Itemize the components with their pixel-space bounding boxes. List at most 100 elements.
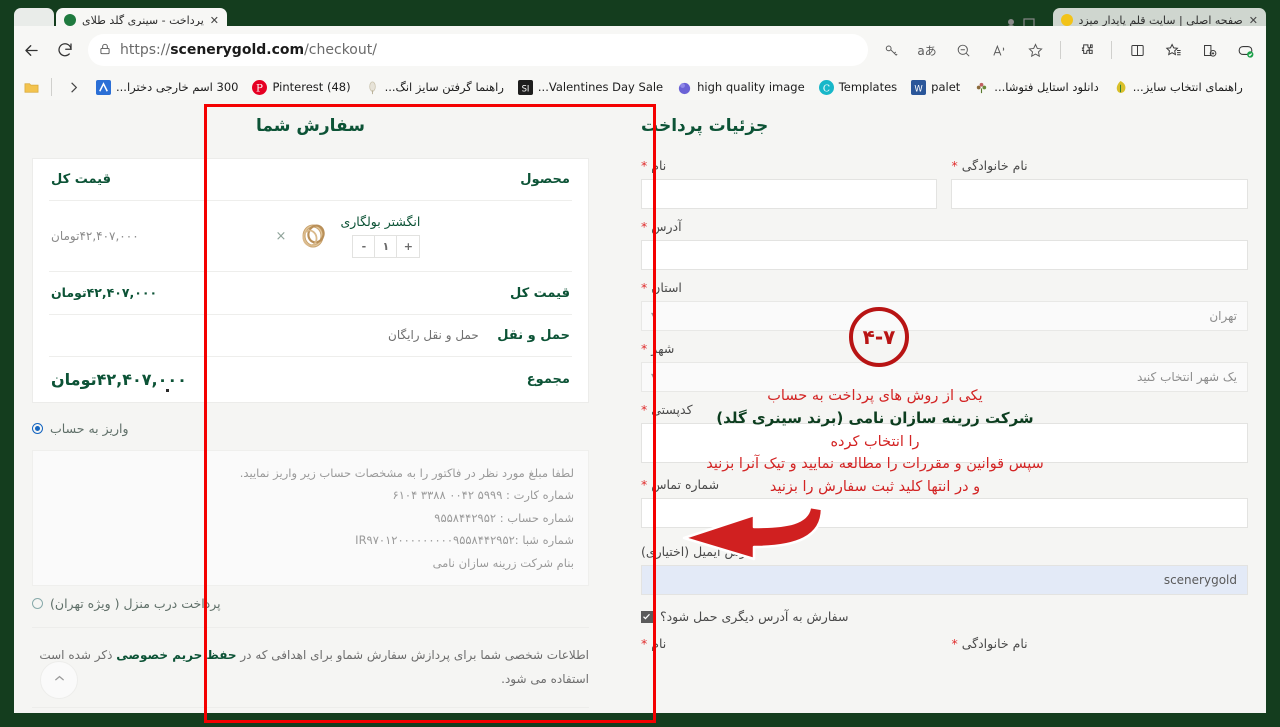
bookmark-item[interactable]: W palet [904, 78, 967, 97]
annotation-step-badge: ۴-۷ [849, 307, 909, 367]
tab-title: صفحه اصلی | سایت قلم پایدار میزد [1078, 13, 1243, 27]
bank-card-number: شماره کارت : ۵۹۹۹ ۰۰۴۲ ۳۳۸۸ ۶۱۰۴ [392, 488, 574, 503]
page-viewport: جزئیات پرداخت نام خانوادگی * نام * آدرس … [14, 100, 1266, 713]
ship-different-checkbox[interactable] [640, 610, 653, 623]
split-screen-icon[interactable] [1120, 33, 1154, 67]
bank-account-number: شماره حساب : ۹۵۵۸۴۴۲۹۵۲ [434, 510, 574, 525]
gold-ring-thumbnail [296, 221, 330, 251]
bookmark-item[interactable]: راهنما گرفتن سایز انگ... [358, 78, 511, 97]
word-icon: W [911, 79, 927, 95]
svg-text:W: W [914, 83, 923, 93]
svg-text:P: P [257, 82, 264, 94]
required-marker: * [640, 402, 648, 417]
bookmark-item[interactable]: high quality image [670, 78, 812, 97]
favorite-star-icon[interactable] [1018, 33, 1052, 67]
annotation-line-4: سپس قوانین و مقررات را مطالعه نمایید و ت… [706, 456, 1044, 473]
required-marker: * [640, 341, 648, 356]
collections-icon[interactable] [1156, 33, 1190, 67]
tab-title: پرداخت - سینری گلد طلای [82, 13, 204, 27]
lock-icon [98, 41, 112, 60]
billing-title: جزئیات پرداخت [640, 116, 769, 136]
qty-value[interactable]: ١ [375, 236, 398, 257]
bookmark-label: Templates [838, 80, 898, 94]
bookmark-item[interactable]: P (48) Pinterest [245, 78, 357, 97]
step-badge-label: ۴-۷ [862, 325, 896, 349]
payment-method-label: واریز به حساب [50, 421, 129, 436]
city-selected-value: یک شهر انتخاب کنید [1137, 370, 1237, 384]
payment-method-cash-on-delivery[interactable]: پرداخت درب منزل ( ویژه تهران) [32, 590, 589, 617]
browser-tab-inactive[interactable]: ✕ صفحه اصلی | سایت قلم پایدار میزد [1052, 8, 1266, 27]
folder-icon[interactable] [24, 80, 39, 95]
bookmark-item[interactable]: راهنمای انتخاب سایز... [1106, 78, 1250, 97]
privacy-notice: اطلاعات شخصی شما برای پردازش سفارش شماو … [32, 638, 589, 697]
qty-minus-button[interactable]: - [353, 236, 376, 257]
bookmark-item[interactable]: SI Valentines Day Sale... [511, 78, 670, 97]
required-marker: * [640, 477, 648, 492]
extensions-puzzle-icon[interactable] [1069, 33, 1103, 67]
ship-different-label: سفارش به آدرس دیگری حمل شود؟ [659, 609, 849, 624]
zoom-out-icon[interactable] [946, 33, 980, 67]
annotation-line-2: شرکت زرینه سازان نامی (برند سینری گلد) [716, 409, 1034, 428]
remove-item-icon[interactable]: × [276, 229, 287, 244]
shipping-label: حمل و نقل [497, 328, 570, 343]
window-restore-icon[interactable] [1021, 16, 1037, 26]
reload-icon[interactable] [48, 33, 82, 67]
shipping-last-name-group: نام خانوادگی * [951, 636, 1248, 657]
read-aloud-icon[interactable] [982, 33, 1016, 67]
bank-transfer-details: لطفا مبلغ مورد نظر در فاکتور را به مشخصا… [32, 450, 589, 587]
order-summary-section: سفارش شما محصول قیمت کل × انگشتر بولگاری… [14, 108, 615, 713]
tab-close-icon[interactable]: ✕ [210, 14, 219, 27]
privacy-policy-link[interactable]: حفظ حریم خصوصی [116, 648, 236, 662]
bookmark-label: (48) Pinterest [272, 80, 351, 94]
qty-plus-button[interactable]: + [397, 236, 419, 257]
translate-icon[interactable]: aあ [910, 33, 944, 67]
browser-tab-active[interactable]: ✕ پرداخت - سینری گلد طلای [56, 8, 227, 26]
bank-account-holder: بنام شرکت زرینه سازان نامی [432, 555, 574, 570]
bookmarks-bar: 300 اسم خارجی دخترا... P (48) Pinterest … [14, 74, 1266, 100]
add-tab-icon[interactable] [1192, 33, 1226, 67]
last-name-label: نام خانوادگی * [951, 158, 1028, 173]
bookmark-label: راهنمای انتخاب سایز... [1132, 80, 1243, 94]
order-table-header-row: محصول قیمت کل [49, 159, 572, 201]
new-tab-button[interactable] [14, 8, 54, 26]
pinterest-icon: P [252, 79, 268, 95]
last-name-input[interactable] [951, 179, 1248, 209]
url-text: https://scenerygold.com/checkout/ [120, 42, 377, 58]
radio-selected-icon[interactable] [32, 423, 44, 434]
payment-method-bank-transfer[interactable]: واریز به حساب [32, 415, 589, 442]
bookmark-item[interactable]: C Templates [812, 78, 904, 97]
copilot-icon[interactable] [1228, 33, 1262, 67]
back-arrow-icon[interactable] [14, 33, 48, 67]
total-value: ۴۲,۴۰۷,۰۰۰تومان [51, 370, 187, 389]
chevron-right-icon[interactable] [66, 80, 81, 95]
divider [32, 706, 589, 708]
address-bar[interactable]: https://scenerygold.com/checkout/ [88, 34, 868, 66]
quantity-stepper[interactable]: + ١ - [352, 235, 421, 258]
profile-avatar-icon[interactable] [1003, 16, 1019, 26]
province-select[interactable]: تهران ▾ [640, 301, 1248, 331]
password-key-icon[interactable] [874, 33, 908, 67]
annotation-line-5: و در انتها کلید ثبت سفارش را بزنید [769, 478, 981, 495]
bank-iban: شماره شبا :IR۹۷۰۱۲۰۰۰۰۰۰۰۰۰۹۵۵۸۴۴۲۹۵۲ [355, 533, 574, 548]
bookmark-item[interactable]: دانلود استایل فتوشا... [967, 78, 1105, 97]
tab-close-icon[interactable]: ✕ [1249, 14, 1258, 27]
scroll-to-top-button[interactable] [40, 661, 78, 699]
bookmark-item[interactable]: 300 اسم خارجی دخترا... [89, 78, 245, 97]
bookmark-label: high quality image [697, 80, 805, 94]
order-card: محصول قیمت کل × انگشتر بولگاری + ١ - ۴۲,… [32, 158, 589, 403]
order-title: سفارش شما [255, 116, 365, 136]
address-input[interactable] [640, 240, 1248, 270]
ship-to-different-address-row[interactable]: سفارش به آدرس دیگری حمل شود؟ [640, 609, 1248, 624]
product-cell: × انگشتر بولگاری + ١ - [276, 214, 570, 258]
shipping-last-name-label: نام خانوادگی * [951, 636, 1028, 651]
browser-window: ✕ صفحه اصلی | سایت قلم پایدار میزد ✕ پرد… [0, 0, 1280, 727]
shipping-row: حمل و نقل حمل و نقل رایگان [49, 314, 572, 357]
first-name-input[interactable] [640, 179, 938, 209]
province-field-group: استان * تهران ▾ [640, 280, 1248, 331]
browser-toolbar: https://scenerygold.com/checkout/ aあ [14, 26, 1266, 74]
last-name-field-group: نام خانوادگی * [951, 158, 1248, 209]
radio-unselected-icon[interactable] [32, 598, 44, 610]
annotation-line-3: را انتخاب کرده [830, 433, 920, 450]
svg-text:SI: SI [521, 83, 529, 93]
total-label: مجموع [526, 372, 570, 387]
